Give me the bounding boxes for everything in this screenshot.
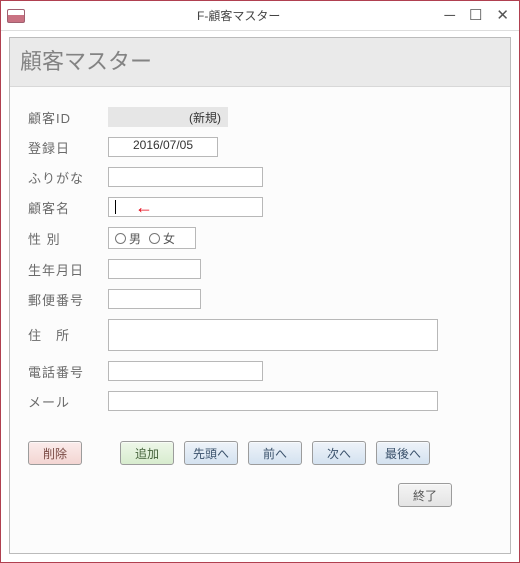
label-name: 顧客名 xyxy=(28,198,108,217)
radio-icon xyxy=(115,233,126,244)
form-body: 顧客ID (新規) 登録日 2016/07/05 ふりがな 顧客名 ← 性 別 xyxy=(10,87,510,527)
last-button[interactable]: 最後へ xyxy=(376,441,430,465)
window-controls: ─ ☐ ✕ xyxy=(444,8,513,23)
form-canvas: 顧客マスター 顧客ID (新規) 登録日 2016/07/05 ふりがな 顧客名… xyxy=(9,37,511,554)
field-furigana[interactable] xyxy=(108,167,263,187)
label-furigana: ふりがな xyxy=(28,168,108,187)
field-address[interactable] xyxy=(108,319,438,351)
window-title: F-顧客マスター xyxy=(33,7,444,24)
gender-female-label: 女 xyxy=(163,230,175,247)
annotation-arrow-icon: ← xyxy=(135,197,153,218)
maximize-icon[interactable]: ☐ xyxy=(469,8,482,23)
prev-button[interactable]: 前へ xyxy=(248,441,302,465)
field-gender[interactable]: 男 女 xyxy=(108,227,196,249)
field-name[interactable]: ← xyxy=(108,197,263,217)
form-title: 顧客マスター xyxy=(10,38,510,87)
label-postal: 郵便番号 xyxy=(28,290,108,309)
next-button[interactable]: 次へ xyxy=(312,441,366,465)
field-id: (新規) xyxy=(108,107,228,127)
gender-male-label: 男 xyxy=(129,230,141,247)
label-gender: 性 別 xyxy=(28,229,108,248)
label-address: 住 所 xyxy=(28,319,108,344)
field-email[interactable] xyxy=(108,391,438,411)
field-postal[interactable] xyxy=(108,289,201,309)
label-birth: 生年月日 xyxy=(28,260,108,279)
label-email: メール xyxy=(28,392,108,411)
label-phone: 電話番号 xyxy=(28,362,108,381)
label-id: 顧客ID xyxy=(28,108,108,127)
field-phone[interactable] xyxy=(108,361,263,381)
gender-male-option[interactable]: 男 xyxy=(115,230,141,247)
label-regdate: 登録日 xyxy=(28,138,108,157)
app-icon xyxy=(7,9,25,23)
add-button[interactable]: 追加 xyxy=(120,441,174,465)
minimize-icon[interactable]: ─ xyxy=(444,8,455,23)
first-button[interactable]: 先頭へ xyxy=(184,441,238,465)
text-cursor xyxy=(115,200,116,214)
app-window: F-顧客マスター ─ ☐ ✕ 顧客マスター 顧客ID (新規) 登録日 2016… xyxy=(0,0,520,563)
close-icon[interactable]: ✕ xyxy=(496,8,509,23)
radio-icon xyxy=(149,233,160,244)
close-button[interactable]: 終了 xyxy=(398,483,452,507)
field-regdate[interactable]: 2016/07/05 xyxy=(108,137,218,157)
button-row: 削除 追加 先頭へ 前へ 次へ 最後へ xyxy=(28,441,492,465)
delete-button[interactable]: 削除 xyxy=(28,441,82,465)
titlebar: F-顧客マスター ─ ☐ ✕ xyxy=(1,1,519,31)
gender-female-option[interactable]: 女 xyxy=(149,230,175,247)
field-birth[interactable] xyxy=(108,259,201,279)
